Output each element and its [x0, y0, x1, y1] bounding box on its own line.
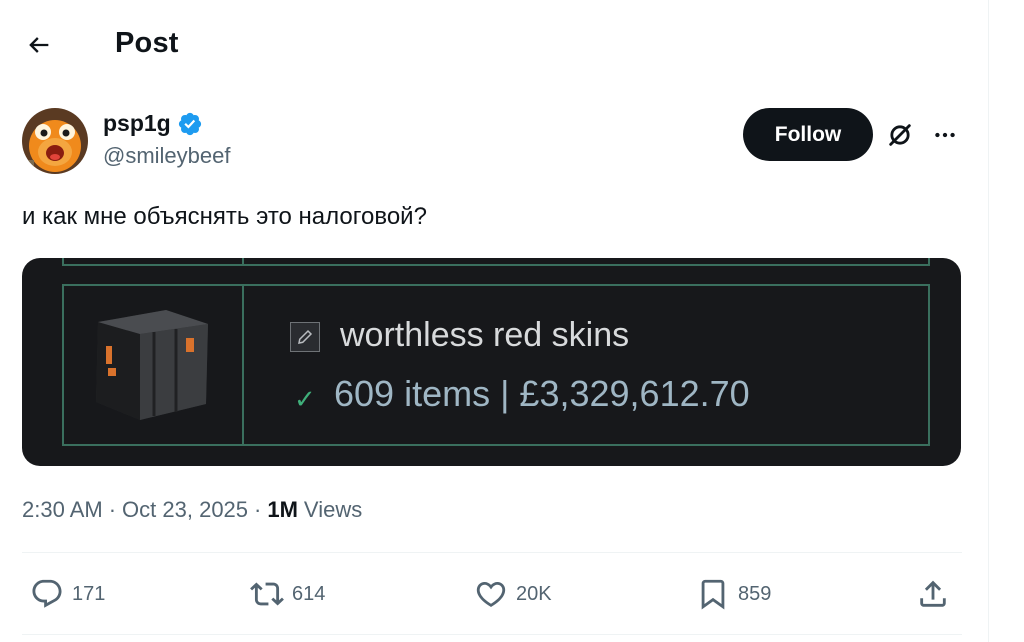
media-frame-top-divider — [242, 258, 244, 266]
repost-count: 614 — [292, 582, 326, 605]
author-name[interactable]: psp1g — [103, 110, 203, 137]
views-label: Views — [303, 497, 363, 522]
reply-icon — [32, 579, 62, 608]
post-header: Post — [0, 0, 988, 88]
verified-badge-icon — [178, 112, 201, 135]
page-title: Post — [115, 27, 179, 59]
more-options-button[interactable] — [928, 118, 962, 152]
arrow-left-icon — [29, 37, 49, 53]
bookmark-button[interactable]: 859 — [696, 574, 771, 614]
more-dots-icon — [935, 132, 955, 138]
media-item-stats: 609 items | £3,329,612.70 — [334, 373, 750, 414]
meta-separator: · — [254, 497, 262, 522]
post-date[interactable]: Oct 23, 2025 — [122, 497, 248, 523]
heart-icon — [476, 581, 506, 607]
bookmark-icon — [701, 579, 725, 610]
column-divider — [988, 0, 989, 642]
post-text: и как мне объяснять это налоговой? — [22, 203, 427, 230]
divider-bottom — [22, 634, 962, 635]
media-item-divider — [242, 284, 244, 446]
author-handle[interactable]: @smileybeef — [103, 143, 231, 169]
post-time[interactable]: 2:30 AM — [22, 497, 103, 523]
media-item-name: worthless red skins — [340, 316, 630, 354]
post-meta: 2:30 AM · Oct 23, 2025 · 1M Views — [22, 497, 362, 523]
display-name-text: psp1g — [103, 110, 171, 136]
reply-button[interactable]: 171 — [30, 574, 105, 614]
views-count: 1M — [267, 497, 298, 522]
bookmark-count: 859 — [738, 582, 772, 605]
post-page: Post psp1g @smileybeef Follow и как мне … — [0, 0, 1024, 642]
pencil-icon — [290, 322, 320, 352]
grok-button[interactable] — [883, 118, 917, 152]
checkmark-icon: ✓ — [294, 384, 316, 414]
like-count: 20K — [516, 582, 552, 605]
post-media-image[interactable]: worthless red skins ✓ 609 items | £3,329… — [22, 258, 961, 466]
orange-character-avatar-icon — [22, 108, 88, 174]
grok-icon — [889, 124, 911, 146]
back-button[interactable] — [20, 26, 58, 64]
share-button[interactable] — [916, 574, 950, 614]
share-icon — [920, 580, 946, 607]
avatar[interactable] — [22, 108, 88, 174]
like-button[interactable]: 20K — [474, 574, 552, 614]
repost-button[interactable]: 614 — [250, 574, 325, 614]
divider-top — [22, 552, 962, 553]
weapon-case-icon — [96, 310, 208, 420]
media-frame-top — [62, 258, 930, 266]
meta-separator: · — [108, 497, 117, 522]
follow-button[interactable]: Follow — [743, 108, 873, 161]
repost-icon — [250, 582, 284, 606]
reply-count: 171 — [72, 582, 106, 605]
